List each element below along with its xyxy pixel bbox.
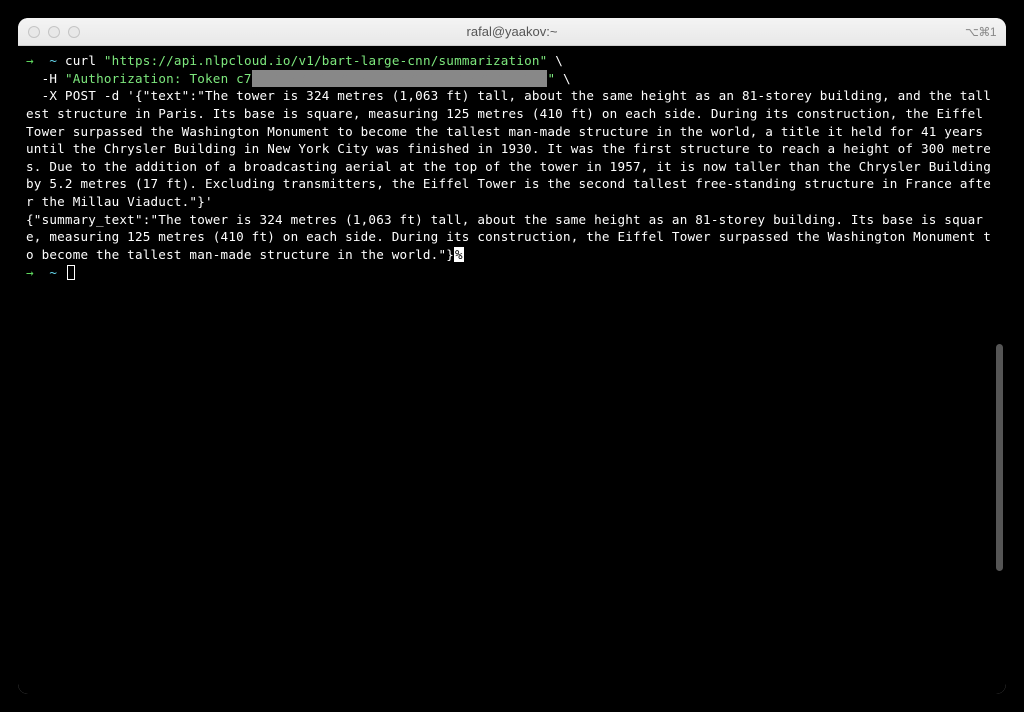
terminal-window: rafal@yaakov:~ ⌥⌘1 → ~ curl "https://api… <box>18 18 1006 694</box>
terminal-body[interactable]: → ~ curl "https://api.nlpcloud.io/v1/bar… <box>18 46 1006 694</box>
flag-text: -H <box>26 71 65 86</box>
scrollbar[interactable] <box>996 344 1003 571</box>
eol-percent-icon: % <box>454 247 464 262</box>
prompt-line: → ~ <box>26 264 998 282</box>
minimize-button[interactable] <box>48 26 60 38</box>
command-line-1: → ~ curl "https://api.nlpcloud.io/v1/bar… <box>26 52 998 70</box>
prompt-arrow-icon: → <box>26 265 34 280</box>
window-shortcut: ⌥⌘1 <box>965 25 996 39</box>
close-button[interactable] <box>28 26 40 38</box>
header-start: "Authorization: Token c7 <box>65 71 252 86</box>
maximize-button[interactable] <box>68 26 80 38</box>
traffic-lights <box>28 26 80 38</box>
cursor-icon <box>67 265 75 280</box>
prompt-path: ~ <box>49 53 57 68</box>
url-string: "https://api.nlpcloud.io/v1/bart-large-c… <box>104 53 548 68</box>
command-line-3: -X POST -d '{"text":"The tower is 324 me… <box>26 87 998 210</box>
response-text: {"summary_text":"The tower is 324 metres… <box>26 212 991 262</box>
continuation: \ <box>555 71 571 86</box>
command-text: curl <box>65 53 104 68</box>
prompt-path: ~ <box>49 265 57 280</box>
continuation: \ <box>547 53 563 68</box>
command-line-2: -H "Authorization: Token c7XXXXXXXXXXXXX… <box>26 70 998 88</box>
redacted-token: XXXXXXXXXXXXXXXXXXXXXXXXXXXXXXXXXXXXXX <box>252 70 548 88</box>
window-title: rafal@yaakov:~ <box>467 24 558 39</box>
response-line: {"summary_text":"The tower is 324 metres… <box>26 211 998 264</box>
titlebar[interactable]: rafal@yaakov:~ ⌥⌘1 <box>18 18 1006 46</box>
prompt-arrow-icon: → <box>26 53 34 68</box>
